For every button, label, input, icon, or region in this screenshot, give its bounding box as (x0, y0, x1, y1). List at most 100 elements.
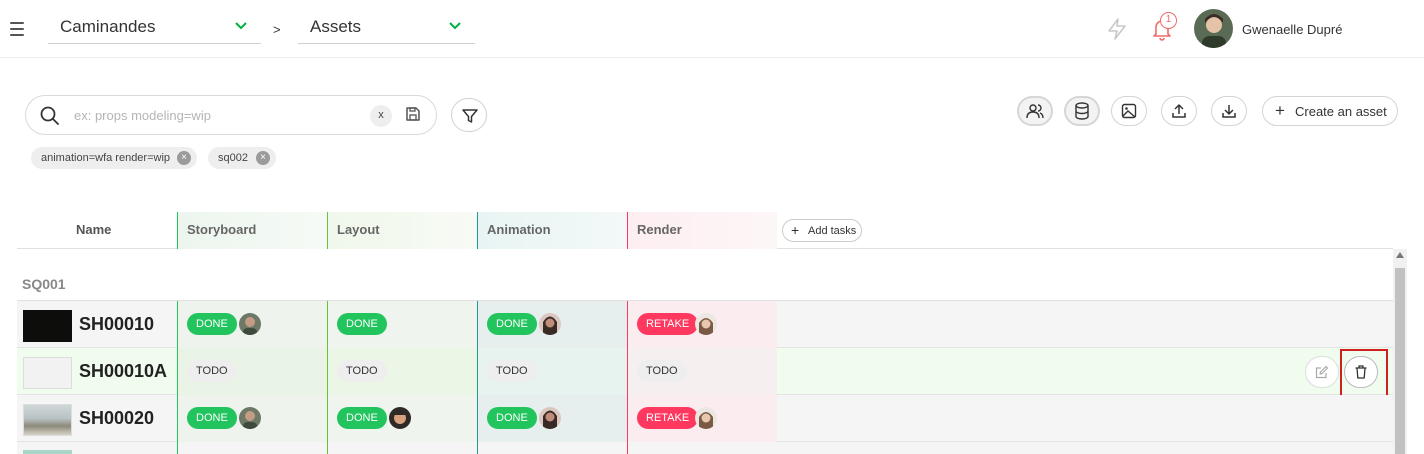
section-selector[interactable]: Assets (298, 14, 475, 44)
database-toggle-button[interactable] (1064, 96, 1100, 126)
plus-icon: + (1275, 101, 1285, 120)
column-header-render[interactable]: Render (627, 212, 777, 249)
avatar[interactable] (239, 313, 261, 335)
clear-search-button[interactable]: x (370, 105, 392, 127)
plus-icon: + (791, 222, 800, 238)
production-selector[interactable]: Caminandes (48, 14, 261, 44)
status-badge[interactable]: TODO (487, 360, 537, 382)
task-cell-layout[interactable]: TODO (327, 348, 477, 395)
status-badge[interactable]: RETAKE (637, 313, 699, 335)
image-icon (1121, 103, 1137, 119)
avatar[interactable] (695, 407, 717, 429)
task-cell-layout[interactable]: DONE (327, 301, 477, 348)
column-header-storyboard[interactable]: Storyboard (177, 212, 327, 249)
table-row[interactable]: SH00010A TODO TODO TODO TODO (17, 348, 1393, 395)
task-cell-render[interactable]: RETAKE (627, 301, 777, 348)
user-name: Gwenaelle Dupré (1242, 22, 1343, 37)
status-badge[interactable]: DONE (337, 407, 387, 429)
status-badge[interactable]: RETAKE (637, 407, 699, 429)
status-badge[interactable]: DONE (487, 313, 537, 335)
add-tasks-label: Add tasks (808, 225, 857, 237)
status-badge[interactable]: DONE (187, 313, 237, 335)
column-divider (177, 442, 178, 454)
section-name: Assets (310, 17, 362, 36)
task-cell-animation[interactable]: DONE (477, 301, 627, 348)
table-row (17, 442, 1393, 454)
top-bar: Caminandes > Assets 1 Gwenaelle Dupré (0, 0, 1424, 58)
task-cell-storyboard[interactable]: DONE (177, 395, 327, 442)
menu-icon[interactable] (10, 22, 24, 36)
breadcrumb-separator: > (273, 22, 281, 37)
close-icon[interactable]: × (256, 151, 270, 165)
scroll-up-arrow-icon[interactable] (1396, 252, 1404, 258)
trash-icon (1355, 365, 1367, 379)
status-badge[interactable]: DONE (337, 313, 387, 335)
sequence-title: SQ001 (22, 276, 66, 292)
status-badge[interactable]: TODO (187, 360, 237, 382)
shot-name[interactable]: SH00020 (79, 408, 154, 429)
users-icon (1026, 104, 1044, 119)
status-badge[interactable]: DONE (187, 407, 237, 429)
task-cell-render[interactable]: TODO (627, 348, 777, 395)
create-asset-label: Create an asset (1295, 104, 1387, 119)
saved-filter-label: sq002 (218, 152, 248, 164)
shot-name[interactable]: SH00010 (79, 314, 154, 335)
shot-thumbnail (23, 450, 72, 454)
status-badge[interactable]: TODO (337, 360, 387, 382)
avatar[interactable] (389, 407, 411, 429)
avatar[interactable] (539, 407, 561, 429)
edit-button[interactable] (1305, 356, 1339, 388)
task-cell-storyboard[interactable]: TODO (177, 348, 327, 395)
lightning-icon[interactable] (1106, 17, 1128, 41)
status-badge[interactable]: TODO (637, 360, 687, 382)
avatar[interactable] (239, 407, 261, 429)
close-icon[interactable]: × (177, 151, 191, 165)
notification-badge: 1 (1160, 12, 1177, 29)
download-icon (1222, 105, 1236, 118)
column-divider (327, 442, 328, 454)
task-cell-storyboard[interactable]: DONE (177, 301, 327, 348)
upload-icon (1172, 104, 1186, 118)
task-cell-animation[interactable]: TODO (477, 348, 627, 395)
saved-filter-chip[interactable]: animation=wfa render=wip × (31, 147, 197, 169)
create-asset-button[interactable]: + Create an asset (1262, 96, 1398, 126)
thumbnails-toggle-button[interactable] (1111, 96, 1147, 126)
table-header: Name Storyboard Layout Animation Render (17, 212, 1393, 249)
saved-filter-chip[interactable]: sq002 × (208, 147, 276, 169)
status-badge[interactable]: DONE (487, 407, 537, 429)
column-header-layout[interactable]: Layout (327, 212, 477, 249)
import-button[interactable] (1161, 96, 1197, 126)
export-button[interactable] (1211, 96, 1247, 126)
shot-thumbnail[interactable] (23, 357, 72, 389)
column-divider (477, 442, 478, 454)
search-input[interactable] (72, 104, 362, 126)
avatar[interactable] (1194, 9, 1233, 48)
save-icon[interactable] (405, 106, 421, 122)
add-tasks-button[interactable]: + Add tasks (782, 219, 862, 242)
column-divider (627, 442, 628, 454)
task-cell-layout[interactable]: DONE (327, 395, 477, 442)
scrollbar-thumb[interactable] (1395, 268, 1405, 454)
chevron-down-icon (449, 22, 461, 30)
table-row[interactable]: SH00020 DONE DONE DONE RETAKE (17, 395, 1393, 442)
table-row[interactable]: SH00010 DONE DONE DONE RETAKE (17, 301, 1393, 348)
edit-icon (1315, 365, 1329, 379)
column-header-animation[interactable]: Animation (477, 212, 627, 249)
avatar[interactable] (695, 313, 717, 335)
shot-thumbnail[interactable] (23, 404, 72, 436)
shot-thumbnail[interactable] (23, 310, 72, 342)
search-icon (40, 106, 59, 125)
name-column-header: Name (76, 222, 112, 237)
delete-button[interactable] (1344, 356, 1378, 388)
database-icon (1075, 102, 1089, 120)
task-cell-animation[interactable]: DONE (477, 395, 627, 442)
saved-filter-label: animation=wfa render=wip (41, 152, 171, 164)
shot-name[interactable]: SH00010A (79, 361, 167, 382)
search-box: x (25, 95, 437, 135)
production-name: Caminandes (60, 17, 156, 36)
filter-button[interactable] (451, 98, 487, 132)
people-toggle-button[interactable] (1017, 96, 1053, 126)
filter-icon (462, 109, 478, 123)
task-cell-render[interactable]: RETAKE (627, 395, 777, 442)
avatar[interactable] (539, 313, 561, 335)
